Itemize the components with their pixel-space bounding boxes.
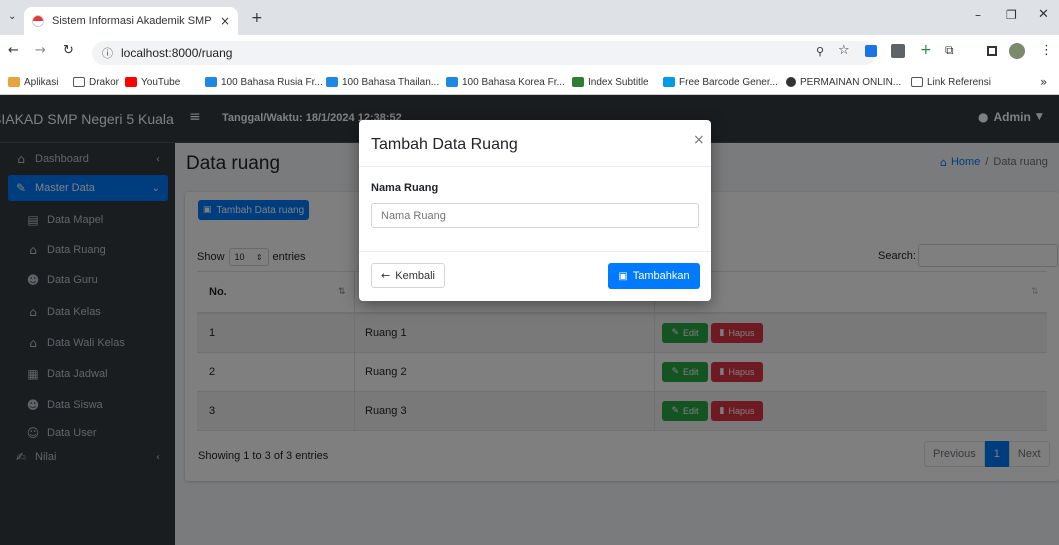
bookmark-item[interactable]: Index Subtitle bbox=[572, 74, 649, 90]
tab-close-icon[interactable]: × bbox=[220, 14, 230, 28]
youtube-icon bbox=[125, 77, 137, 87]
bookmark-item[interactable]: Link Referensi bbox=[911, 74, 991, 90]
tab-list-chevron-icon[interactable]: ⌄ bbox=[8, 11, 16, 22]
puzzle-icon[interactable]: ⧉ bbox=[945, 43, 954, 58]
submit-button[interactable]: ▣ Tambahkan bbox=[608, 263, 700, 289]
globe-icon bbox=[786, 77, 796, 87]
is-icon bbox=[572, 77, 584, 87]
bookmark-item[interactable]: YouTube bbox=[125, 74, 180, 90]
save-icon: ▣ bbox=[618, 270, 628, 282]
side-panel-icon[interactable] bbox=[987, 46, 997, 56]
reload-icon[interactable]: ↻ bbox=[63, 43, 74, 58]
tab-title: Sistem Informasi Akademik SMP bbox=[52, 15, 212, 27]
language-icon bbox=[326, 77, 338, 87]
folder-icon bbox=[911, 77, 923, 87]
url-bar[interactable]: ⓘ localhost:8000/ruang bbox=[92, 41, 876, 65]
barcode-icon bbox=[663, 77, 675, 87]
bookmark-item[interactable]: 100 Bahasa Rusia Fr... bbox=[205, 74, 323, 90]
bookmark-item[interactable]: Aplikasi bbox=[8, 74, 58, 90]
restore-icon[interactable]: ❐ bbox=[1006, 8, 1017, 22]
back-icon[interactable]: ← bbox=[8, 43, 19, 58]
modal-divider bbox=[359, 251, 711, 252]
bookmark-item[interactable]: PERMAINAN ONLIN... bbox=[786, 74, 901, 90]
modal-divider bbox=[359, 166, 711, 167]
language-icon bbox=[205, 77, 217, 87]
bookmark-item[interactable]: 100 Bahasa Korea Fr... bbox=[446, 74, 565, 90]
modal-title: Tambah Data Ruang bbox=[371, 136, 518, 153]
url-text: localhost:8000/ruang bbox=[121, 46, 233, 60]
arrow-left-icon: ← bbox=[381, 269, 391, 282]
back-button[interactable]: ← Kembali bbox=[371, 263, 445, 288]
field-label: Nama Ruang bbox=[371, 182, 439, 194]
new-tab-icon[interactable]: + bbox=[251, 10, 263, 26]
bookmark-item[interactable]: Free Barcode Gener... bbox=[663, 74, 778, 90]
bookmark-item[interactable]: Drakor bbox=[73, 74, 119, 90]
bookmark-star-icon[interactable]: ☆ bbox=[838, 43, 850, 58]
bookmarks-overflow-icon[interactable]: » bbox=[1040, 74, 1047, 90]
window-close-icon[interactable]: ✕ bbox=[1038, 7, 1049, 22]
room-name-input[interactable] bbox=[371, 203, 699, 228]
forward-icon[interactable]: → bbox=[35, 43, 46, 58]
extension-icon[interactable] bbox=[865, 45, 877, 57]
site-info-icon[interactable]: ⓘ bbox=[102, 45, 113, 61]
chrome-menu-icon[interactable]: ⋮ bbox=[1040, 43, 1053, 58]
language-icon bbox=[446, 77, 458, 87]
plus-extension-icon[interactable]: + bbox=[920, 42, 932, 58]
tab-favicon-icon bbox=[32, 15, 44, 27]
folder-icon bbox=[73, 77, 85, 87]
add-room-modal: Tambah Data Ruang × Nama Ruang ←Kembali … bbox=[359, 120, 711, 301]
browser-tab[interactable]: Sistem Informasi Akademik SMP × bbox=[24, 7, 238, 35]
modal-close-icon[interactable]: × bbox=[693, 132, 705, 148]
zoom-icon[interactable]: ⚲ bbox=[816, 45, 824, 58]
new-extension-icon[interactable] bbox=[891, 44, 905, 58]
profile-avatar[interactable] bbox=[1009, 43, 1025, 59]
minimize-icon[interactable]: – bbox=[975, 8, 981, 22]
apps-icon bbox=[8, 77, 20, 87]
bookmark-item[interactable]: 100 Bahasa Thailan... bbox=[326, 74, 439, 90]
